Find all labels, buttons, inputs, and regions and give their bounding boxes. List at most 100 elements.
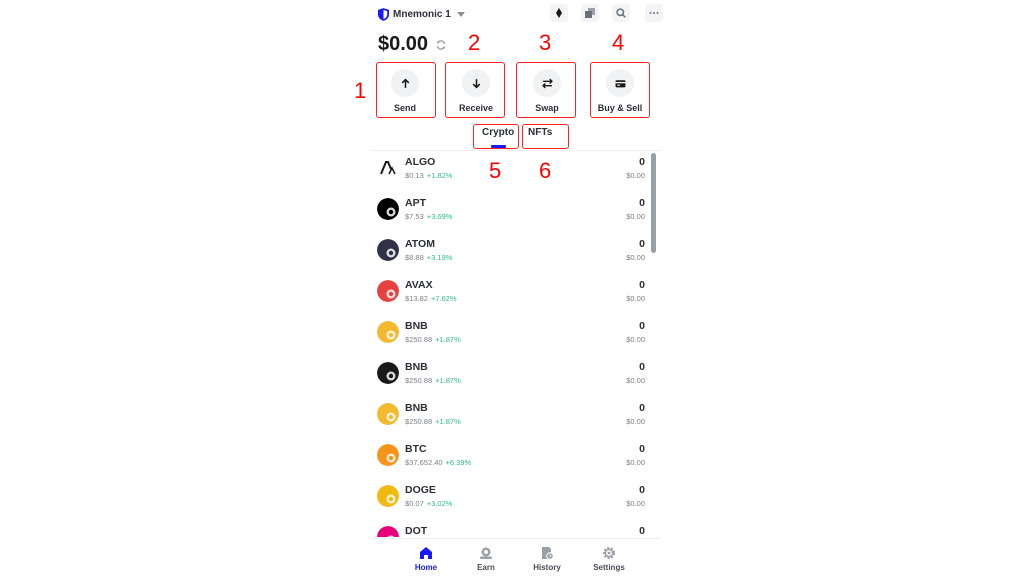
asset-amount: 0 (639, 320, 645, 332)
asset-symbol: BNB (405, 361, 428, 373)
search-icon (616, 8, 626, 18)
network-button[interactable] (550, 4, 568, 22)
annotation-box-6 (522, 124, 569, 149)
asset-change: +1.87% (435, 417, 461, 426)
asset-value: $0.00 (626, 376, 645, 385)
asset-row[interactable]: DOT 0 (370, 520, 650, 537)
nav-settings-label: Settings (593, 563, 625, 572)
nav-history[interactable]: History (522, 546, 572, 572)
coin-logo-icon (377, 444, 399, 466)
asset-price-line: $13.82 +7.62% (405, 294, 457, 303)
asset-amount: 0 (639, 156, 645, 168)
earn-icon (480, 547, 492, 559)
asset-price-line: $7.53 +3.69% (405, 212, 452, 221)
settings-icon (603, 547, 615, 559)
asset-price: $0.07 (405, 499, 424, 508)
account-name: Mnemonic 1 (393, 8, 451, 20)
home-icon (420, 547, 432, 559)
asset-symbol: DOGE (405, 484, 436, 496)
asset-value: $0.00 (626, 499, 645, 508)
asset-change: +7.62% (430, 294, 457, 303)
nav-earn[interactable]: Earn (461, 546, 511, 572)
more-button[interactable] (645, 4, 663, 22)
asset-symbol: BNB (405, 320, 428, 332)
coin-logo-icon (377, 403, 399, 425)
asset-price: $250.88 (405, 376, 433, 385)
asset-row[interactable]: ALGO $0.13 +1.82% 0 $0.00 (370, 151, 650, 192)
asset-value: $0.00 (626, 253, 645, 262)
nav-settings[interactable]: Settings (584, 546, 634, 572)
nav-earn-label: Earn (477, 563, 495, 572)
balance-value: $0.00 (378, 33, 429, 55)
asset-amount: 0 (639, 279, 645, 291)
annotation-number-3: 3 (539, 30, 552, 55)
asset-row[interactable]: BNB $250.88 +1.87% 0 $0.00 (370, 315, 650, 356)
asset-price: $8.88 (405, 253, 424, 262)
shield-icon (378, 7, 389, 21)
asset-change: +1.87% (435, 335, 461, 344)
nav-divider (370, 538, 660, 539)
asset-symbol: BNB (405, 402, 428, 414)
asset-value: $0.00 (626, 212, 645, 221)
asset-price: $13.82 (405, 294, 428, 303)
asset-amount: 0 (639, 197, 645, 209)
annotation-box-2 (445, 62, 505, 118)
refresh-icon[interactable] (436, 39, 446, 50)
asset-price-line: $0.07 +3.02% (405, 499, 452, 508)
asset-amount: 0 (639, 402, 645, 414)
asset-row[interactable]: BTC $37,652.40 +6.39% 0 $0.00 (370, 438, 650, 479)
asset-price-line: $8.88 +3.19% (405, 253, 452, 262)
coin-logo-icon (377, 526, 399, 537)
asset-amount: 0 (639, 238, 645, 250)
asset-row[interactable]: BNB $250.88 +1.87% 0 $0.00 (370, 397, 650, 438)
account-selector[interactable]: Mnemonic 1 (378, 4, 465, 24)
asset-amount: 0 (639, 484, 645, 496)
more-icon (649, 11, 659, 15)
coin-logo-icon (377, 280, 399, 302)
asset-row[interactable]: DOGE $0.07 +3.02% 0 $0.00 (370, 479, 650, 520)
annotation-number-1: 1 (354, 78, 367, 103)
asset-price-line: $37,652.40 +6.39% (405, 458, 471, 467)
coin-logo-icon (377, 321, 399, 343)
asset-price-line: $250.88 +1.87% (405, 335, 461, 344)
asset-price: $37,652.40 (405, 458, 443, 467)
asset-value: $0.00 (626, 171, 645, 180)
asset-change: +1.87% (435, 376, 461, 385)
nav-home[interactable]: Home (401, 546, 451, 572)
asset-symbol: AVAX (405, 279, 433, 291)
coin-logo-icon (377, 157, 399, 179)
asset-price: $7.53 (405, 212, 424, 221)
annotation-number-4: 4 (612, 30, 625, 55)
copy-icon (585, 8, 595, 18)
chevron-down-icon (456, 11, 465, 17)
asset-symbol: ALGO (405, 156, 436, 168)
asset-change: +1.82% (426, 171, 453, 180)
asset-row[interactable]: BNB $250.88 +1.87% 0 $0.00 (370, 356, 650, 397)
asset-change: +6.39% (445, 458, 472, 467)
asset-amount: 0 (639, 361, 645, 373)
asset-row[interactable]: AVAX $13.82 +7.62% 0 $0.00 (370, 274, 650, 315)
asset-change: +3.19% (426, 253, 453, 262)
coin-logo-icon (377, 239, 399, 261)
asset-price-line: $250.88 +1.87% (405, 376, 461, 385)
asset-value: $0.00 (626, 294, 645, 303)
total-balance: $0.00 (378, 33, 446, 56)
annotation-box-4 (590, 62, 650, 118)
asset-amount: 0 (639, 443, 645, 455)
asset-row[interactable]: APT $7.53 +3.69% 0 $0.00 (370, 192, 650, 233)
search-button[interactable] (612, 4, 630, 22)
scrollbar[interactable] (651, 153, 656, 253)
annotation-box-5 (473, 124, 519, 149)
asset-symbol: DOT (405, 525, 428, 537)
annotation-box-3 (516, 62, 576, 118)
annotation-number-2: 2 (468, 30, 481, 55)
asset-price-line: $250.88 +1.87% (405, 417, 461, 426)
ethereum-icon (556, 8, 562, 18)
copy-button[interactable] (581, 4, 599, 22)
asset-row[interactable]: ATOM $8.88 +3.19% 0 $0.00 (370, 233, 650, 274)
asset-value: $0.00 (626, 417, 645, 426)
coin-logo-icon (377, 198, 399, 220)
asset-symbol: BTC (405, 443, 427, 455)
coin-logo-icon (377, 485, 399, 507)
asset-price-line: $0.13 +1.82% (405, 171, 452, 180)
